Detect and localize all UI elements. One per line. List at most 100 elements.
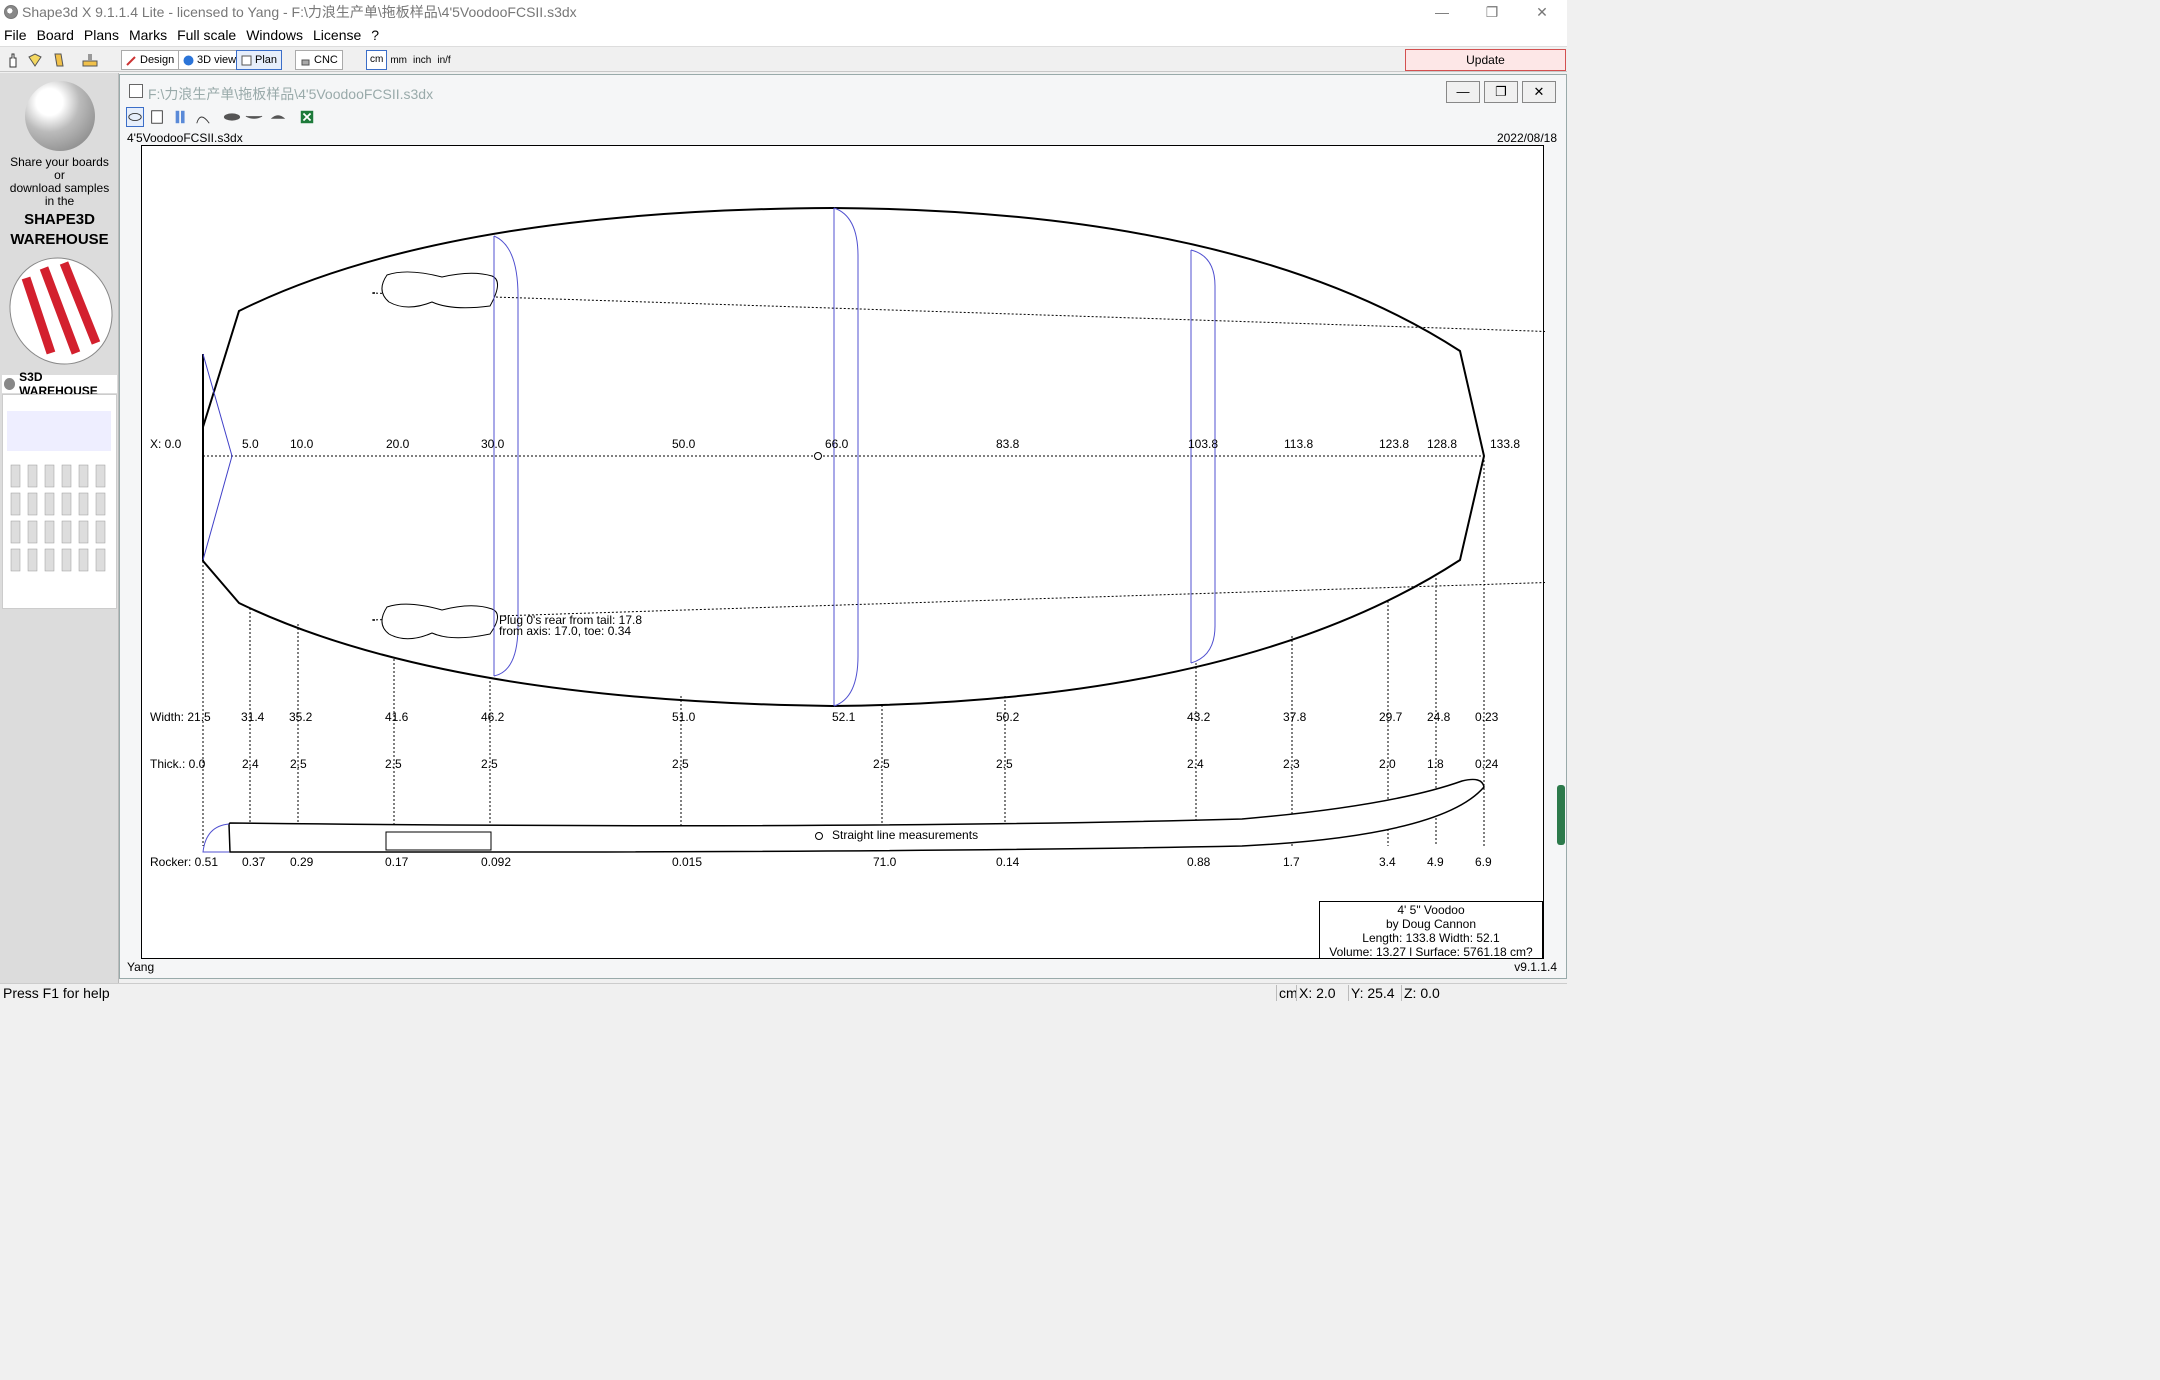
plug-note-2: from axis: 17.0, toe: 0.34 <box>499 624 632 638</box>
warehouse-brand[interactable]: SHAPE3D WAREHOUSE <box>0 210 119 250</box>
outline-view-icon[interactable] <box>126 107 144 127</box>
update-button[interactable]: Update <box>1405 49 1566 71</box>
unit-cm[interactable]: cm <box>366 50 388 70</box>
s3d-warehouse-banner[interactable]: S3D WAREHOUSE <box>2 370 117 398</box>
rocker-value: 4.9 <box>1427 855 1444 869</box>
thickness-prefix: Thick.: 0.0 <box>150 757 206 771</box>
straight-line-marker <box>815 832 823 840</box>
rocker-value: 0.29 <box>290 855 314 869</box>
menu-windows[interactable]: Windows <box>246 27 303 43</box>
close-button[interactable]: ✕ <box>1517 0 1567 24</box>
doc-restore-button[interactable]: ❐ <box>1484 81 1518 103</box>
plan-mode-label: Plan <box>255 54 278 66</box>
width-value: 52.1 <box>832 710 856 724</box>
3d-view-mode-button[interactable]: 3D view <box>178 50 242 70</box>
templates-icon[interactable] <box>172 107 190 127</box>
machine-icon[interactable] <box>82 52 98 68</box>
sheet-view-icon[interactable] <box>148 107 166 127</box>
menu-plans[interactable]: Plans <box>84 27 119 43</box>
unit-in-f[interactable]: in/f <box>434 55 453 66</box>
thickness-value: 2.3 <box>1283 757 1300 771</box>
x-mark: 10.0 <box>290 437 314 451</box>
board-volume: Volume: 13.27 l Surface: 5761.18 cm? <box>1329 945 1533 959</box>
fin-plug-lower <box>381 603 498 640</box>
doc-minimize-button[interactable]: — <box>1446 81 1480 103</box>
plan-document-window: F:\力浪生产单\拖板样品\4'5VoodooFCSII.s3dx — ❐ ✕ … <box>119 74 1567 979</box>
document-filename: 4'5VoodooFCSII.s3dx <box>127 131 243 145</box>
menu-file[interactable]: File <box>4 27 27 43</box>
thickness-value: 2.0 <box>1379 757 1396 771</box>
design-mode-button[interactable]: Design <box>121 50 180 70</box>
document-version: v9.1.1.4 <box>1514 960 1557 974</box>
promo-text: Share your boards or download samples in… <box>9 155 110 208</box>
doc-close-button[interactable]: ✕ <box>1522 81 1556 103</box>
menu-help[interactable]: ? <box>371 27 379 43</box>
x-mark: 5.0 <box>242 437 259 451</box>
x-mark: 123.8 <box>1379 437 1410 451</box>
rocker-view-icon[interactable] <box>194 107 212 127</box>
plan-toolbar <box>126 107 426 127</box>
status-unit: cm <box>1276 985 1298 1001</box>
fin-plug-upper <box>381 271 498 309</box>
warehouse-logo-icon <box>4 378 16 390</box>
rail-shape-icon[interactable] <box>244 107 264 127</box>
plan-drawing-area[interactable]: X: 0.0 5.0 10.0 20.0 30.0 50.0 66.0 83.8… <box>141 145 1545 959</box>
cnc-mode-label: CNC <box>314 54 338 66</box>
menu-marks[interactable]: Marks <box>129 27 167 43</box>
rocker-value: 0.88 <box>1187 855 1211 869</box>
rocker-value: 6.9 <box>1475 855 1492 869</box>
status-y: Y: 25.4 <box>1348 985 1395 1001</box>
rocker-prefix: Rocker: 0.51 <box>150 855 219 869</box>
shape3d-logo[interactable] <box>25 81 95 151</box>
board-dimensions: Length: 133.8 Width: 52.1 <box>1362 931 1500 945</box>
x-mark: 113.8 <box>1284 437 1314 451</box>
fin-toe-line-upper <box>371 292 1545 332</box>
rocker-value: 71.0 <box>873 855 897 869</box>
cnc-icon <box>301 59 310 65</box>
rocker-value: 0.14 <box>996 855 1020 869</box>
unit-mm[interactable]: mm <box>387 55 410 66</box>
3d-view-mode-label: 3D view <box>197 54 237 66</box>
thickness-value: 2.4 <box>242 757 259 771</box>
rocker-value: 3.4 <box>1379 855 1396 869</box>
x-mark: 20.0 <box>386 437 410 451</box>
cnc-mode-button[interactable]: CNC <box>295 50 343 70</box>
warehouse-preview-image[interactable] <box>2 394 117 609</box>
x-mark: 66.0 <box>825 437 849 451</box>
x-axis-prefix: X: 0.0 <box>150 437 182 451</box>
center-marker <box>814 452 822 460</box>
hand-icon[interactable] <box>6 52 20 68</box>
menu-license[interactable]: License <box>313 27 361 43</box>
rocker-value: 0.015 <box>672 855 703 869</box>
width-value: 50.2 <box>996 710 1020 724</box>
unit-inch[interactable]: inch <box>410 55 434 66</box>
main-toolbar: Design 3D view Plan CNC cm mm inch in/f … <box>0 46 1567 72</box>
menu-full-scale[interactable]: Full scale <box>177 27 236 43</box>
bottom-shape-icon[interactable] <box>268 107 288 127</box>
excel-export-icon[interactable] <box>298 107 316 127</box>
cross-section-30 <box>493 235 519 677</box>
thickness-value: 2.5 <box>996 757 1013 771</box>
x-mark: 103.8 <box>1188 437 1219 451</box>
menu-board[interactable]: Board <box>37 27 74 43</box>
minimize-button[interactable]: — <box>1417 0 1467 24</box>
open-file-icon[interactable] <box>28 52 42 68</box>
status-z: Z: 0.0 <box>1401 985 1440 1001</box>
board-icon[interactable] <box>52 52 66 68</box>
thickness-value: 2.5 <box>290 757 307 771</box>
x-mark: 128.8 <box>1427 437 1458 451</box>
restore-button[interactable]: ❐ <box>1467 0 1517 24</box>
thickness-value: 2.5 <box>873 757 890 771</box>
deck-shape-icon[interactable] <box>222 107 242 127</box>
surfboard-image[interactable] <box>6 253 116 368</box>
app-titlebar: Shape3d X 9.1.1.4 Lite - licensed to Yan… <box>0 0 1567 24</box>
straight-line-note: Straight line measurements <box>832 828 979 842</box>
document-titlebar: F:\力浪生产单\拖板样品\4'5VoodooFCSII.s3dx — ❐ ✕ <box>120 75 1566 105</box>
unit-selector: cm mm inch in/f <box>366 50 454 70</box>
rocker-value: 0.092 <box>481 855 512 869</box>
document-user: Yang <box>127 960 155 974</box>
fin-plug-point-upper <box>373 292 375 294</box>
plan-mode-button[interactable]: Plan <box>236 50 283 70</box>
vertical-scrollbar-thumb[interactable] <box>1557 785 1565 845</box>
warehouse-thumbnail <box>7 411 111 572</box>
